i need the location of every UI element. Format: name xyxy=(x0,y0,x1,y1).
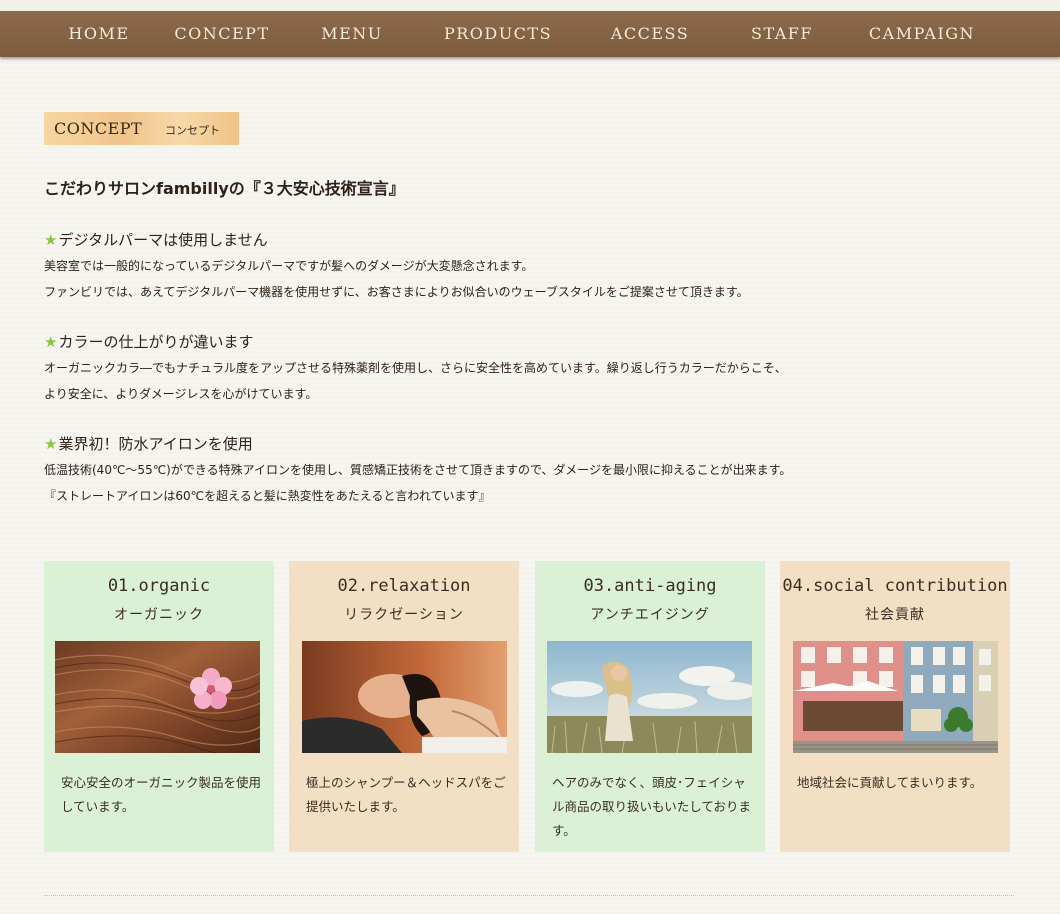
point-title-row: ★業界初！防水アイロンを使用 xyxy=(44,431,791,457)
star-icon: ★ xyxy=(44,435,58,453)
section-title-jp: コンセプト xyxy=(165,124,220,137)
main-nav: HOME CONCEPT MENU PRODUCTS ACCESS STAFF … xyxy=(0,11,1060,57)
feature-card-social-contribution: 04.social contribution 社会貢献 地域社会に貢献してまいり… xyxy=(780,561,1010,852)
card-title-en: 04.social contribution xyxy=(782,576,1008,596)
point-text: 美容室では一般的になっているデジタルパーマですが髪へのダメージが大変懸念されます… xyxy=(44,259,534,273)
card-title-jp: リラクゼーション xyxy=(344,607,464,623)
point-title-row: ★カラーの仕上がりが違います xyxy=(44,329,787,355)
point-text: オーガニックカラ―でもナチュラル度をアップさせる特殊薬剤を使用し、さらに安全性を… xyxy=(44,361,787,375)
point-text: 『ストレートアイロンは60℃を超えると髪に熱変性をあたえると言われています』 xyxy=(44,489,491,503)
card-description: 極上のシャンプー＆ヘッドスパをご提供いたします。 xyxy=(306,775,506,814)
woman-in-field-photo xyxy=(547,641,752,753)
point-text: ファンビリでは、あえてデジタルパーマ機器を使用せずに、お客さまによりお似合いのウ… xyxy=(44,285,749,299)
point-title: デジタルパーマは使用しません xyxy=(58,231,268,249)
card-title-jp: オーガニック xyxy=(114,607,204,623)
divider xyxy=(44,895,1014,896)
top-strip xyxy=(0,0,1060,11)
nav-campaign[interactable]: CAMPAIGN xyxy=(860,11,984,57)
point-title: カラーの仕上がりが違います xyxy=(58,333,254,351)
point-item: ★業界初！防水アイロンを使用 低温技術(40℃～55℃)ができる特殊アイロンを使… xyxy=(44,431,791,509)
star-icon: ★ xyxy=(44,231,58,249)
card-title-en: 02.relaxation xyxy=(337,576,471,596)
head-spa-photo xyxy=(302,641,507,753)
section-title-en: CONCEPT xyxy=(54,119,143,138)
nav-home[interactable]: HOME xyxy=(62,11,136,57)
star-icon: ★ xyxy=(44,333,58,351)
card-description: 安心安全のオーガニック製品を使用しています。 xyxy=(61,775,262,814)
point-title: 業界初！防水アイロンを使用 xyxy=(58,435,253,453)
nav-menu[interactable]: MENU xyxy=(316,11,388,57)
card-title-en: 03.anti-aging xyxy=(583,576,717,596)
nav-products[interactable]: PRODUCTS xyxy=(438,11,558,57)
nav-access[interactable]: ACCESS xyxy=(604,11,696,57)
point-text: 低温技術(40℃～55℃)ができる特殊アイロンを使用し、質感矯正技術をさせて頂き… xyxy=(44,463,792,477)
point-title-row: ★デジタルパーマは使用しません xyxy=(44,227,749,253)
point-item: ★デジタルパーマは使用しません 美容室では一般的になっているデジタルパーマですが… xyxy=(44,227,749,305)
feature-card-relaxation: 02.relaxation リラクゼーション 極上のシャンプー＆ヘッドスパをご提… xyxy=(289,561,519,852)
page-headline: こだわりサロンfambillyの『３大安心技術宣言』 xyxy=(44,179,405,198)
point-text: より安全に、よりダメージレスを心がけています。 xyxy=(44,387,318,401)
card-description: 地域社会に貢献してまいります。 xyxy=(797,775,983,790)
card-title-jp: アンチエイジング xyxy=(590,607,710,623)
town-street-photo xyxy=(793,641,998,753)
section-heading-concept: CONCEPT コンセプト xyxy=(44,112,239,145)
feature-card-organic: 01.organic オーガニック 安心安全のオーガニック製品を使用しています。 xyxy=(44,561,274,852)
point-item: ★カラーの仕上がりが違います オーガニックカラ―でもナチュラル度をアップさせる特… xyxy=(44,329,787,407)
hair-with-flower-photo xyxy=(55,641,260,753)
nav-staff[interactable]: STAFF xyxy=(742,11,822,57)
card-title-en: 01.organic xyxy=(107,576,211,596)
nav-concept[interactable]: CONCEPT xyxy=(170,11,274,57)
card-description: ヘアのみでなく、頭皮･フェイシャル商品の取り扱いもいたしております。 xyxy=(552,775,752,838)
card-title-jp: 社会貢献 xyxy=(865,607,925,623)
feature-card-anti-aging: 03.anti-aging アンチエイジング ヘアのみでなく、頭皮･フェイシャル xyxy=(535,561,765,852)
